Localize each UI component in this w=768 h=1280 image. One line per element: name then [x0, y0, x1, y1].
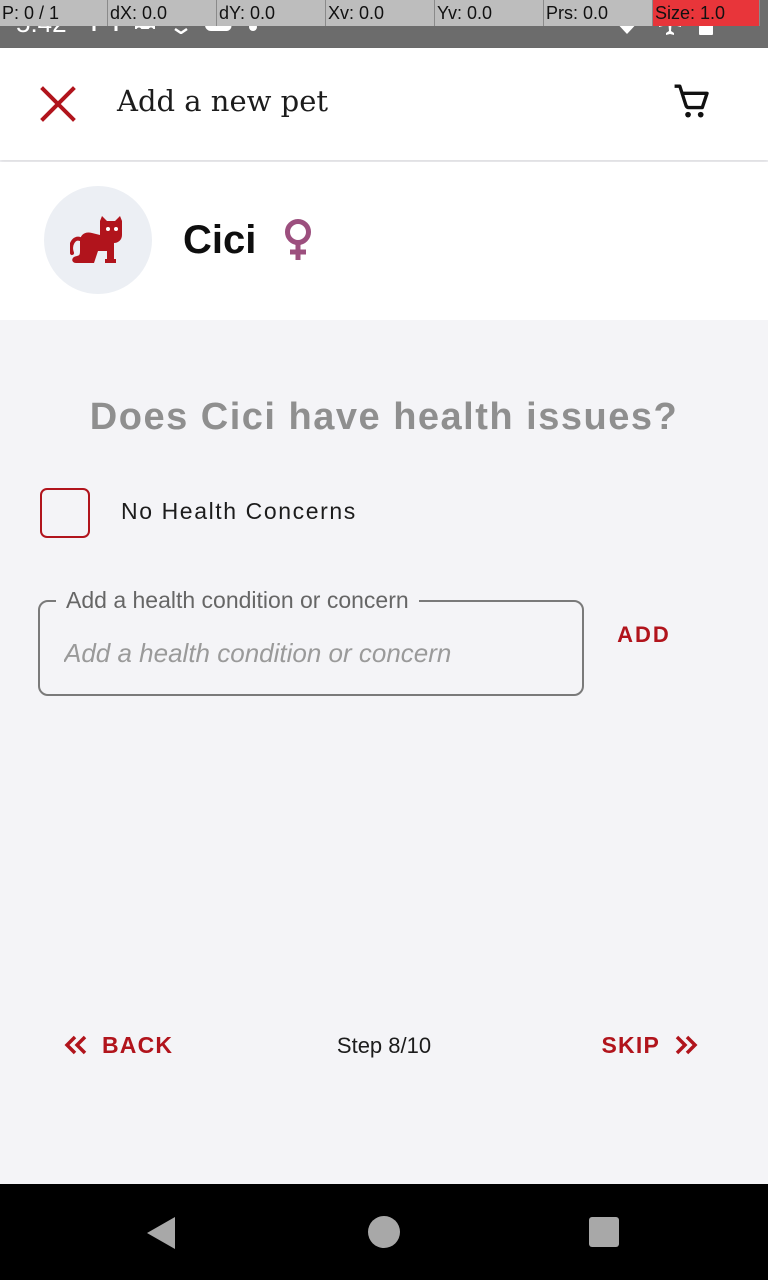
app-bar: Add a new pet	[0, 48, 768, 160]
add-button[interactable]: ADD	[606, 618, 682, 652]
pointer-debug-bar: P: 0 / 1 dX: 0.0 dY: 0.0 Xv: 0.0 Yv: 0.0…	[0, 0, 768, 26]
page-title: Add a new pet	[117, 84, 329, 118]
health-condition-label: Add a health condition or concern	[56, 587, 419, 614]
pet-header: Cici	[0, 162, 768, 320]
double-chevron-right-icon	[675, 1035, 698, 1055]
no-health-concerns-label[interactable]: No Health Concerns	[121, 498, 357, 525]
debug-dy: dY: 0.0	[217, 0, 326, 26]
pet-avatar	[44, 186, 152, 294]
debug-yv: Yv: 0.0	[435, 0, 544, 26]
health-condition-field[interactable]	[38, 600, 584, 696]
health-question: Does Cici have health issues?	[89, 396, 679, 438]
debug-size: Size: 1.0	[653, 0, 760, 26]
debug-pointer-count: P: 0 / 1	[0, 0, 108, 26]
close-icon	[40, 86, 76, 122]
nav-back-button[interactable]	[146, 1216, 176, 1255]
cat-icon	[70, 216, 122, 263]
skip-button[interactable]: SKIP	[602, 1028, 698, 1062]
female-icon	[285, 219, 311, 260]
cart-icon	[674, 84, 709, 118]
triangle-back-icon	[147, 1217, 175, 1249]
cart-button[interactable]	[664, 74, 720, 130]
debug-pressure: Prs: 0.0	[544, 0, 653, 26]
status-bar: 5:42 P: 0 / 1 dX: 0.0 dY: 0.0 Xv:	[0, 0, 768, 48]
debug-dx: dX: 0.0	[108, 0, 217, 26]
close-button[interactable]	[32, 78, 84, 130]
pet-name: Cici	[183, 218, 257, 262]
system-nav-bar	[0, 1184, 768, 1280]
gender-indicator	[280, 218, 316, 267]
health-condition-input[interactable]	[64, 638, 564, 669]
debug-xv: Xv: 0.0	[326, 0, 435, 26]
nav-recents-button[interactable]	[589, 1217, 619, 1247]
nav-home-button[interactable]	[368, 1216, 400, 1248]
skip-label: SKIP	[601, 1031, 660, 1058]
no-health-concerns-checkbox[interactable]	[40, 488, 90, 538]
